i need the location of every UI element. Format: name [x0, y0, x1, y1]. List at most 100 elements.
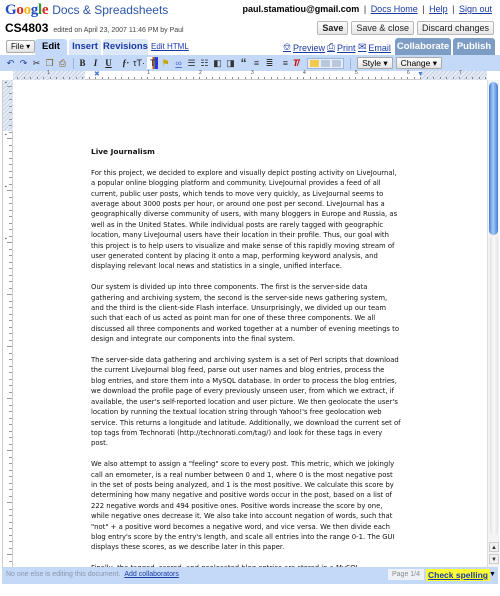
indent-icon[interactable]: ◨	[225, 57, 236, 69]
copy-icon[interactable]: ❐	[44, 57, 55, 69]
ruler-tick	[56, 77, 57, 79]
blockquote-icon[interactable]: “	[238, 57, 249, 69]
save-button[interactable]: Save	[317, 21, 349, 35]
numbered-list-icon[interactable]: ☰	[186, 57, 197, 69]
ruler-tick	[257, 77, 259, 79]
print-link[interactable]: ⎙ Print	[327, 42, 356, 53]
document-title-row: CS4803 edited on April 23, 2007 11:46 PM…	[5, 21, 184, 35]
font-size-button[interactable]: τT·	[133, 57, 145, 69]
email-link[interactable]: ✉ Email	[358, 42, 391, 53]
spelling-dropdown-icon[interactable]: ▼	[489, 571, 496, 578]
docs-home-link[interactable]: Docs Home	[371, 4, 418, 14]
file-menu-button[interactable]: File ▾	[6, 40, 36, 53]
italic-button[interactable]: I	[90, 57, 101, 69]
ruler-tick	[9, 404, 12, 406]
product-name: Docs & Spreadsheets	[52, 3, 169, 17]
scroll-up-arrow[interactable]: ▲	[489, 542, 499, 552]
ruler-tick	[9, 313, 12, 315]
ruler-tick	[114, 77, 116, 79]
publish-tab[interactable]: Publish	[453, 38, 495, 55]
align-center-icon[interactable]: ≣	[264, 57, 275, 69]
font-family-button[interactable]: ƒ·	[120, 57, 131, 69]
ruler-tick	[9, 300, 12, 302]
cut-icon[interactable]: ✂	[31, 57, 42, 69]
logo-letter: o	[23, 2, 32, 18]
ruler-tick	[342, 77, 343, 79]
ruler-tick	[387, 77, 389, 79]
ruler-tick	[296, 77, 298, 79]
vertical-scrollbar[interactable]: ▲ ▼	[487, 80, 499, 567]
ruler-tick	[407, 77, 408, 79]
horizontal-ruler[interactable]: 1 1 2 3 4 5 6 7 ✖ ▼	[13, 70, 487, 80]
discard-changes-button[interactable]: Discard changes	[416, 21, 494, 35]
ruler-tick	[9, 144, 12, 146]
align-right-icon[interactable]: ≡	[277, 57, 288, 69]
scrollbar-thumb[interactable]	[489, 82, 498, 235]
ruler-tick	[9, 528, 12, 529]
check-spelling-link[interactable]: Check spelling	[426, 569, 490, 581]
tab-edit[interactable]: Edit	[35, 39, 67, 55]
link-icon[interactable]: ∞	[173, 57, 184, 69]
ruler-tick	[9, 261, 12, 263]
ruler-tick	[127, 77, 129, 79]
collaborate-tab[interactable]: Collaborate	[395, 38, 451, 55]
redo-icon[interactable]: ↷	[18, 57, 29, 69]
ruler-tick	[303, 77, 304, 79]
view-mode-toggle[interactable]	[307, 57, 345, 69]
ruler-tick	[355, 77, 356, 79]
align-left-icon[interactable]: ≡	[251, 57, 262, 69]
ruler-tick	[7, 242, 12, 243]
help-link[interactable]: Help	[429, 4, 448, 14]
ruler-tick	[9, 170, 12, 172]
ruler-tick	[7, 450, 12, 451]
ruler-tick	[465, 77, 467, 79]
ruler-tick	[9, 131, 12, 133]
ruler-tick	[9, 339, 12, 341]
paragraph: The server-side data gathering and archi…	[91, 356, 401, 448]
undo-icon[interactable]: ↶	[5, 57, 16, 69]
ruler-tick	[43, 77, 44, 79]
save-close-button[interactable]: Save & close	[351, 21, 414, 35]
ruler-tick	[9, 359, 12, 360]
envelope-icon: ✉	[358, 42, 367, 53]
change-dropdown[interactable]: Change ▾	[395, 57, 442, 69]
document-body[interactable]: Live Journalism For this project, we dec…	[91, 147, 401, 567]
ruler-tick	[316, 77, 317, 79]
outdent-icon[interactable]: ◧	[212, 57, 223, 69]
ruler-tick	[9, 437, 12, 438]
scroll-down-arrow[interactable]: ▼	[489, 554, 499, 564]
ruler-tick	[9, 222, 12, 224]
ruler-tick	[199, 77, 200, 79]
add-collaborators-link[interactable]: Add collaborators	[124, 571, 178, 578]
preview-link[interactable]: ⎊ Preview	[283, 42, 325, 53]
logo-letter: e	[41, 2, 49, 18]
scrollbar-track[interactable]	[490, 236, 498, 536]
ruler-tick	[9, 515, 12, 516]
view-mode-icon	[321, 59, 331, 67]
bold-button[interactable]: B	[77, 57, 88, 69]
highlight-icon[interactable]: ⚑	[160, 57, 171, 69]
ruler-tick	[9, 216, 12, 217]
sign-out-link[interactable]: Sign out	[459, 4, 492, 14]
ruler-tick	[322, 77, 324, 79]
tab-revisions[interactable]: Revisions	[103, 39, 148, 55]
separator: |	[452, 4, 455, 14]
document-canvas[interactable]: Live Journalism For this project, we dec…	[14, 81, 487, 567]
document-title[interactable]: CS4803	[5, 21, 48, 35]
underline-button[interactable]: U	[103, 57, 114, 69]
bullet-list-icon[interactable]: ☷	[199, 57, 210, 69]
formatting-toolbar: ↶ ↷ ✂ ❐ ⎙ B I U ƒ· τT· T ⚑ ∞ ☰ ☷ ◧ ◨ “ ≡…	[0, 55, 500, 71]
style-dropdown[interactable]: Style ▾	[357, 57, 393, 69]
paste-icon[interactable]: ⎙	[57, 57, 68, 69]
ruler-tick	[88, 77, 90, 79]
preview-icon: ⎊	[283, 42, 291, 53]
clear-formatting-icon[interactable]: T̸	[290, 57, 301, 69]
tab-insert[interactable]: Insert	[69, 39, 101, 55]
ruler-tick	[9, 105, 12, 107]
edit-html-link[interactable]: Edit HTML	[151, 42, 189, 51]
text-color-icon[interactable]: T	[147, 57, 159, 69]
ruler-tick	[7, 502, 12, 503]
ruler-tick	[9, 424, 12, 425]
ruler-tick	[225, 77, 226, 79]
google-logo[interactable]: Google	[5, 2, 49, 19]
